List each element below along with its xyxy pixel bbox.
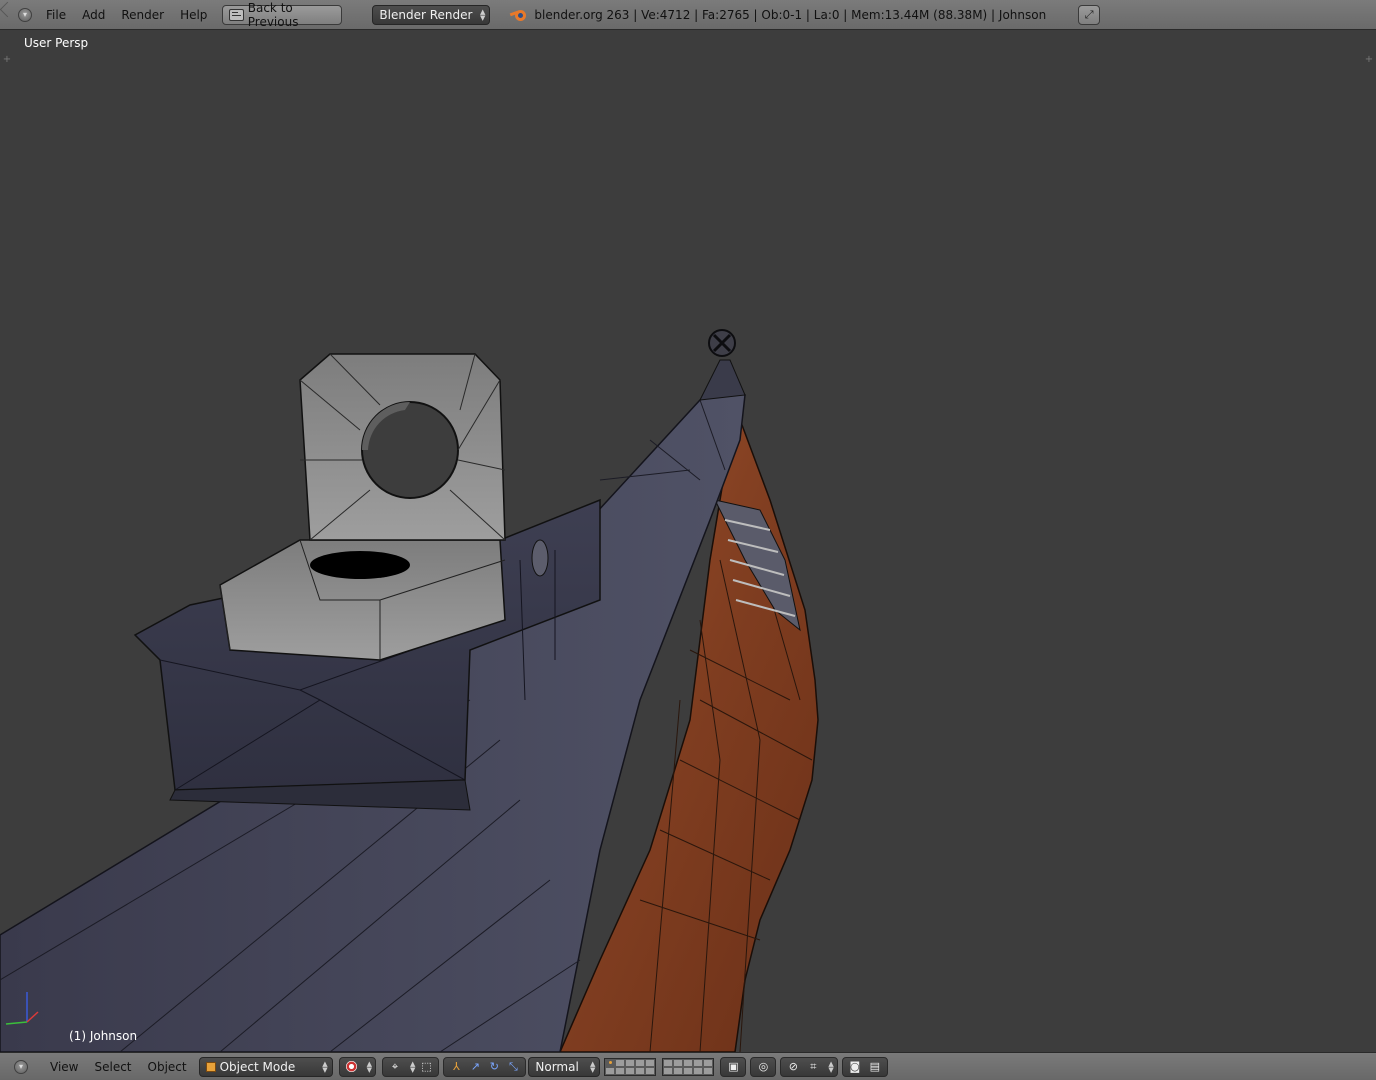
updown-arrows-icon: ▲ ▼	[480, 7, 486, 22]
layer-button[interactable]	[605, 1058, 616, 1067]
active-object-label: (1) Johnson	[69, 1029, 138, 1043]
render-engine-value: Blender Render	[379, 7, 473, 22]
layer-lock-icon: ▣	[728, 1060, 739, 1073]
updown-arrows-icon: ▲ ▼	[322, 1059, 328, 1074]
render-group: ◙ ▤	[841, 1056, 888, 1077]
area-split-grip[interactable]	[0, 0, 16, 30]
3d-view-header: ▾ View Select Object Object Mode ▲ ▼ ▲ ▼ ⌖…	[0, 1052, 1376, 1080]
menu-file[interactable]: File	[38, 8, 74, 22]
menu-object[interactable]: Object	[140, 1060, 195, 1074]
scene-stats: blender.org 263 | Ve:4712 | Fa:2765 | Ob…	[510, 8, 1046, 22]
fullscreen-icon[interactable]: ⤢	[1078, 4, 1101, 25]
mode-value: Object Mode	[219, 1059, 296, 1074]
stats-text: blender.org 263 | Ve:4712 | Fa:2765 | Ob…	[534, 7, 1047, 22]
layer-button[interactable]	[693, 1058, 704, 1067]
info-menu: File Add Render Help	[38, 8, 215, 22]
layer-button[interactable]	[645, 1058, 656, 1067]
pivot-point-select[interactable]: ⌖ ▲ ▼ ⬚	[382, 1056, 440, 1077]
layer-button[interactable]	[693, 1066, 704, 1075]
back-button-label: Back to Previous	[247, 0, 299, 29]
layer-button[interactable]	[663, 1058, 674, 1067]
menu-select[interactable]: Select	[86, 1060, 139, 1074]
updown-arrows-icon: ▲ ▼	[410, 1059, 416, 1074]
render-camera-icon[interactable]: ◙	[846, 1059, 864, 1075]
layer-button[interactable]	[635, 1066, 646, 1075]
layer-button[interactable]	[645, 1066, 656, 1075]
menu-help[interactable]: Help	[172, 8, 215, 22]
view-menu: View Select Object	[42, 1060, 195, 1074]
rifle-model	[0, 329, 819, 1052]
layer-button[interactable]	[635, 1058, 646, 1067]
properties-toggle-icon[interactable]: +	[1364, 55, 1374, 65]
3d-viewport[interactable]: + + User Persp (1) Johnson	[0, 31, 1376, 1052]
layer-button[interactable]	[625, 1058, 636, 1067]
menu-view[interactable]: View	[42, 1060, 86, 1074]
updown-arrows-icon: ▲ ▼	[828, 1059, 834, 1074]
manipulator-group: ⅄ ↗ ↻ ⤡	[443, 1056, 527, 1077]
manipulator-toggle-icon[interactable]: ⅄	[447, 1059, 465, 1075]
lock-camera-button[interactable]: ▣	[720, 1056, 747, 1077]
render-engine-select[interactable]: Blender Render ▲ ▼	[372, 4, 491, 25]
updown-arrows-icon: ▲ ▼	[590, 1059, 596, 1074]
snap-element-icon[interactable]: ⌗	[804, 1059, 822, 1075]
interaction-mode-select[interactable]: Object Mode ▲ ▼	[198, 1056, 333, 1077]
magnet-icon[interactable]: ⊘	[784, 1059, 802, 1075]
scale-icon[interactable]: ⤡	[504, 1059, 522, 1075]
layer-button[interactable]	[615, 1066, 626, 1075]
editor-type-icon[interactable]: ▾	[18, 7, 32, 22]
manipulator-center-icon[interactable]: ⬚	[417, 1059, 435, 1075]
layer-button[interactable]	[625, 1066, 636, 1075]
pivot-icon: ⌖	[391, 1059, 399, 1073]
toolshelf-toggle-icon[interactable]: +	[2, 55, 12, 65]
layer-button[interactable]	[683, 1066, 694, 1075]
rear-sight	[219, 353, 506, 661]
layer-button[interactable]	[615, 1058, 626, 1067]
menu-render[interactable]: Render	[113, 8, 172, 22]
blender-logo-icon	[510, 8, 528, 22]
layer-button[interactable]	[703, 1066, 714, 1075]
snap-group: ⊘ ⌗ ▲ ▼	[780, 1056, 838, 1077]
scene-layers-2[interactable]	[662, 1057, 715, 1076]
layer-button[interactable]	[683, 1058, 694, 1067]
proportional-icon: ◎	[758, 1060, 769, 1073]
translate-icon[interactable]: ↗	[466, 1059, 484, 1075]
layer-button[interactable]	[663, 1066, 674, 1075]
updown-arrows-icon: ▲ ▼	[366, 1059, 372, 1074]
back-to-previous-button[interactable]: Back to Previous	[222, 1, 343, 29]
scene-layers[interactable]	[604, 1057, 657, 1076]
object-cube-icon	[205, 1061, 216, 1072]
transform-orientation-select[interactable]: Normal ▲ ▼	[528, 1056, 601, 1077]
rotate-icon[interactable]: ↻	[485, 1059, 503, 1075]
layer-button[interactable]	[673, 1058, 684, 1067]
editor-type-icon[interactable]: ▾	[14, 1059, 28, 1074]
viewport-shading-select[interactable]: ▲ ▼	[338, 1056, 376, 1077]
shading-solid-icon	[343, 1059, 361, 1075]
layer-button[interactable]	[673, 1066, 684, 1075]
orientation-value: Normal	[535, 1059, 579, 1074]
layer-button[interactable]	[703, 1058, 714, 1067]
layer-button[interactable]	[605, 1066, 616, 1075]
view-label: User Persp	[24, 36, 89, 50]
info-header: ▾ File Add Render Help Back to Previous …	[0, 0, 1376, 30]
proportional-edit-button[interactable]: ◎	[750, 1056, 777, 1077]
menu-add[interactable]: Add	[74, 8, 113, 22]
screen-back-icon	[229, 8, 244, 21]
render-animation-icon[interactable]: ▤	[866, 1059, 884, 1075]
